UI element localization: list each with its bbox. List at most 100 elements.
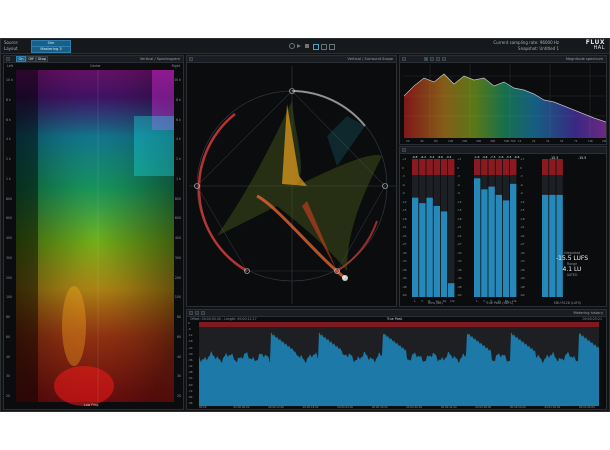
db-scale-tick: -30: [402, 250, 407, 255]
db-scale-tick: -27: [402, 242, 407, 246]
db-scale-tick: +3: [457, 157, 462, 161]
db-scale-tick: -30: [520, 250, 525, 255]
rms-readout: -6.6: [437, 155, 443, 159]
meter-channel-bar: [426, 197, 433, 297]
layout-select[interactable]: Mastering 3: [31, 46, 71, 53]
spectrum-tick-label: 20: [406, 139, 410, 143]
spectrogram-tick-label: 40: [6, 354, 11, 359]
db-scale-tick: -24: [402, 233, 407, 238]
db-scale-tick: -33: [520, 259, 525, 263]
true-peak-readout: -5.5: [506, 155, 512, 159]
db-scale-tick: -3: [402, 174, 405, 178]
flux-analyzer-window: Source Sim Layout Mastering 3 Current sa…: [0, 38, 610, 412]
spectrogram-tick-label: 8 k: [6, 97, 11, 102]
db-scale-tick: -9: [457, 191, 460, 195]
db-scale-tick: +3: [520, 157, 525, 161]
spectrogram-tick-label: 10 k: [6, 78, 13, 82]
spectrum-tick-label: 3k: [546, 139, 550, 143]
source-label: Source: [4, 40, 18, 45]
meter-overload-zone: [412, 159, 419, 175]
db-scale-tick: -18: [520, 216, 525, 221]
history-db-tick: 0: [188, 321, 190, 325]
db-scale-tick: -36: [457, 267, 462, 272]
history-time-tick: 00:00: [199, 406, 207, 409]
meter-channel-label: Lfe: [450, 299, 455, 303]
history-db-tick: -12: [188, 333, 193, 338]
spectrogram-tick-label: 400: [174, 236, 181, 240]
power-icon[interactable]: [289, 43, 295, 49]
spectrum-tick-label: 100: [448, 139, 454, 143]
true-peak-label: True Peak (dBFS): [486, 301, 513, 305]
meter-channel-label: L: [476, 299, 478, 303]
db-scale-tick: -40: [520, 276, 525, 280]
db-scale-tick: -27: [520, 242, 525, 246]
rms-readout: -5.4: [429, 155, 435, 159]
stop-icon[interactable]: [305, 44, 309, 48]
history-db-tick: -84: [188, 394, 193, 399]
db-scale-tick: -12: [457, 199, 462, 204]
db-scale-tick: -3: [457, 174, 460, 178]
snapshot-icon[interactable]: [321, 44, 327, 50]
meters-canvas: L C R Ls Rs Lfe L C R Ls Rs Lfe: [412, 159, 563, 303]
history-time-tick: 00:00:30:00: [371, 406, 388, 409]
db-scale-tick: -15: [402, 208, 407, 212]
meter-channel-label: Rs: [443, 299, 447, 303]
db-scale-tick: 0: [520, 165, 522, 170]
record-icon[interactable]: [313, 44, 319, 50]
meter-overload-zone: [426, 159, 433, 175]
db-scale-tick: -40: [402, 276, 407, 280]
history-time-tick: 00:00:24:00: [337, 406, 353, 409]
spectrogram-tick-label: 30: [6, 374, 11, 379]
true-peak-readout: -7.3: [490, 155, 496, 159]
meter-overload-zone: [474, 159, 481, 175]
db-scale-tick: -18: [402, 216, 407, 221]
db-scale-tick: -9: [520, 191, 523, 195]
history-db-tick: -96: [188, 401, 193, 405]
flux-logo: FLUX HAL: [585, 40, 605, 52]
history-time-tick: 00:00:54:00: [509, 406, 526, 409]
spectrogram-tick-label: 300: [6, 255, 13, 260]
sampling-rate-status: Current sampling rate: 96000 Hz: [493, 40, 559, 45]
db-scale-tick: -21: [402, 225, 407, 229]
settings-icon[interactable]: [329, 44, 335, 50]
spectrogram-tick-label: 60: [6, 334, 11, 339]
meters-panel: L C R Ls Rs Lfe L C R Ls Rs Lfe +3 0 -3 -6 -9 -12 -15 -18-…: [399, 146, 607, 307]
spectrum-tick-label: 500 700: [504, 139, 516, 143]
rms-readout: -0.4: [446, 155, 452, 159]
db-scale-tick: -9: [402, 191, 405, 195]
meter-overload-zone: [502, 159, 510, 175]
transport-controls: [289, 43, 339, 50]
integrated-value: -15.5 LUFS: [555, 255, 589, 262]
db-scale-tick: 0: [402, 165, 404, 170]
snapshot-status[interactable]: Snapshot: Untitled 1: [518, 46, 559, 51]
db-scale-tick: -6: [402, 182, 405, 187]
db-scale-tick: -33: [402, 259, 407, 263]
true-peak-readout: -6.6: [514, 155, 520, 159]
rms-readout: -6.8: [412, 155, 418, 159]
meter-overload-zone: [433, 159, 440, 175]
true-peak-readout: -1.9: [474, 155, 480, 159]
db-scale-tick: -12: [520, 199, 525, 204]
meter-overload-zone: [448, 159, 455, 175]
db-scale-tick: +3: [402, 157, 407, 161]
history-time-tick: 00:00:48:00: [475, 406, 492, 409]
spectrogram-tick-label: 400: [6, 236, 13, 240]
spectrogram-panel: On Off Stop Vertical / Spectrogram Left …: [3, 55, 184, 410]
spectrogram-tick-label: 800: [6, 196, 13, 201]
spectrogram-tick-label: 8 k: [176, 97, 181, 102]
history-db-tick: -60: [188, 382, 193, 387]
history-db-tick: -18: [188, 339, 193, 344]
history-time-tick: 00:00:36:00: [406, 406, 423, 409]
spectrogram-tick-label: 600: [6, 216, 13, 221]
history-time-tick: 00:01:00:00: [544, 406, 561, 409]
top-toolbar: Source Sim Layout Mastering 3 Current sa…: [1, 39, 609, 54]
meter-overload-zone: [495, 159, 502, 175]
meter-channel-bar: [542, 194, 549, 297]
spectrum-tick-label: 200: [462, 139, 468, 143]
db-scale-tick: -21: [520, 225, 525, 229]
play-icon[interactable]: [297, 44, 301, 48]
ebu-readout-1: -15.3: [550, 156, 559, 160]
spectrogram-tick-label: 4 k: [6, 137, 11, 142]
spectrogram-tick-label: 100: [6, 295, 13, 300]
spectrum-tick-label: 2k: [532, 139, 536, 143]
